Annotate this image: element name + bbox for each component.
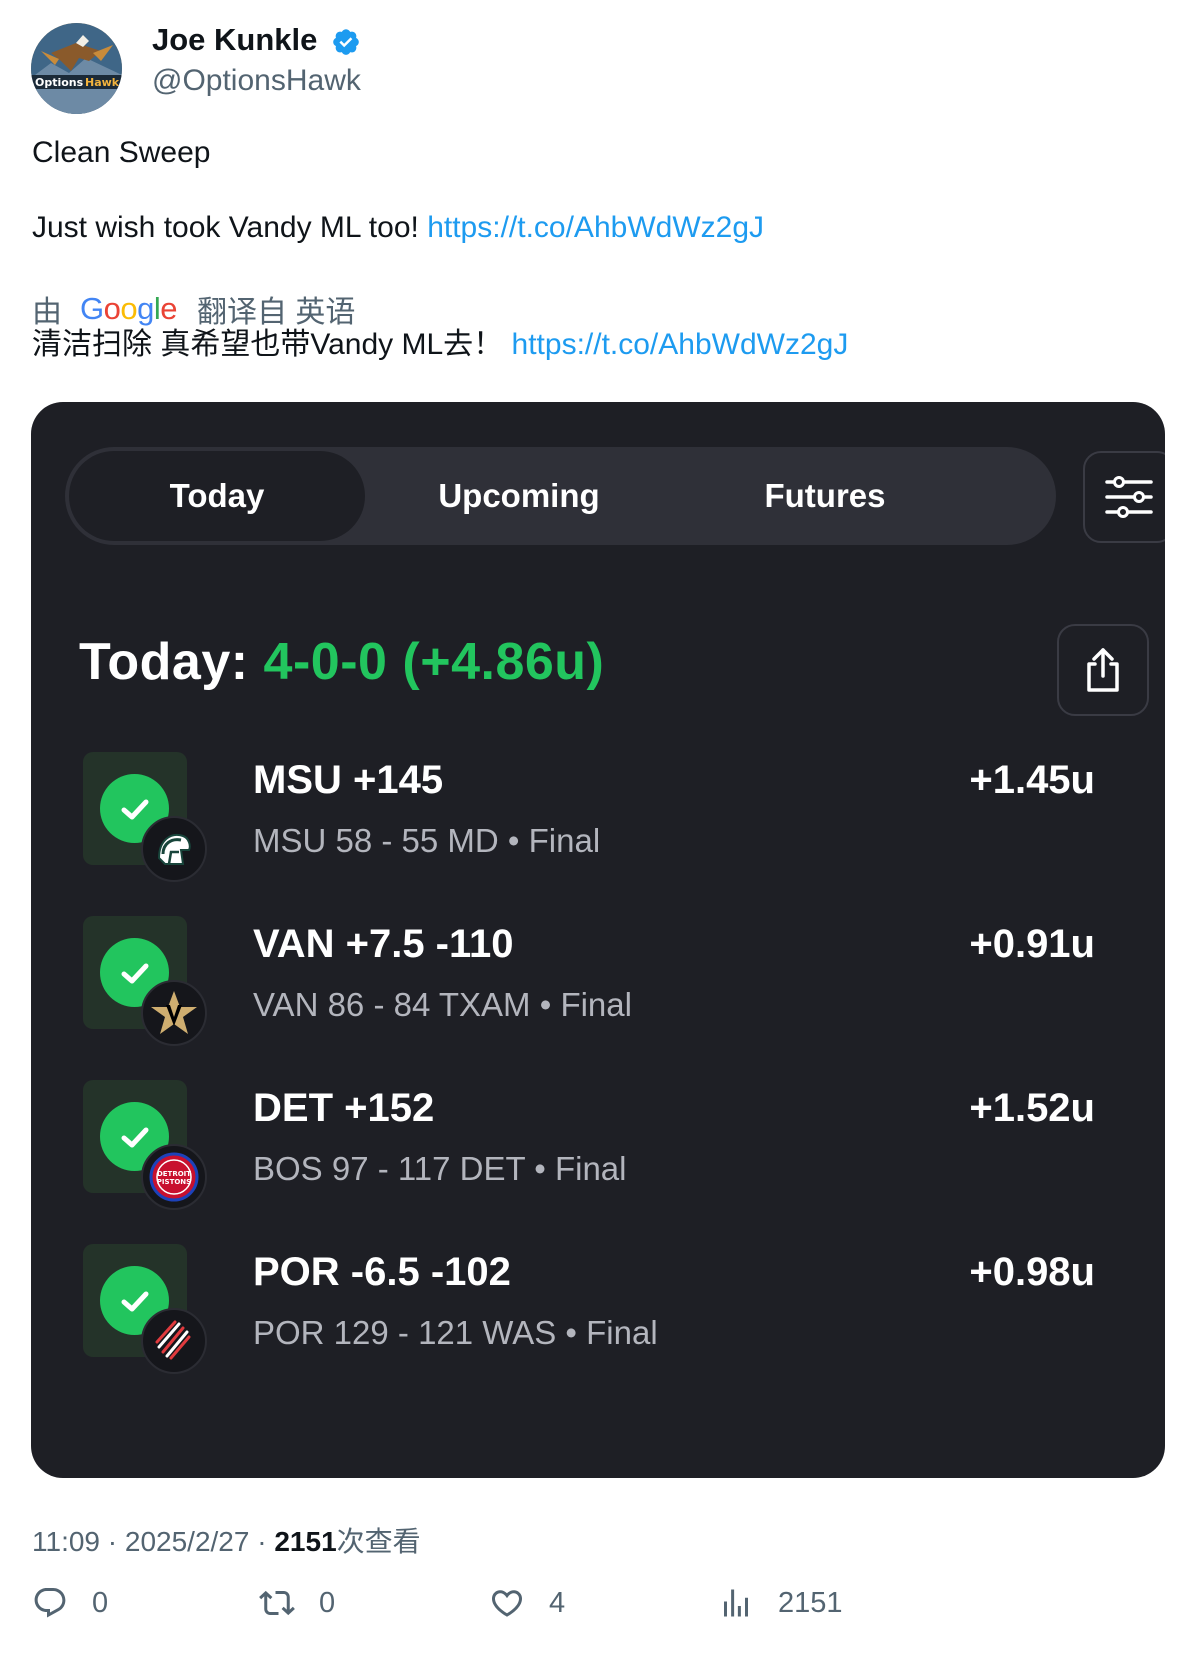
share-button[interactable] — [1057, 624, 1149, 716]
tweet-meta: 11:09 · 2025/2/27 · 2151次查看 — [32, 1526, 421, 1557]
heart-icon — [491, 1590, 523, 1617]
tweet-date[interactable]: 2025/2/27 — [125, 1526, 250, 1557]
sliders-icon — [1105, 476, 1153, 518]
retweet-icon — [259, 1590, 295, 1616]
svg-text:Hawk: Hawk — [85, 76, 120, 89]
verified-badge-icon — [333, 29, 359, 55]
bet-profit: +1.45u — [969, 758, 1095, 802]
share-icon — [1087, 648, 1119, 692]
pistons-text-line1: DETROIT — [157, 1170, 191, 1178]
bet-score: MSU 58 - 55 MD • Final — [253, 822, 601, 859]
blazers-pinwheel-icon — [141, 1308, 207, 1374]
pistons-text-line2: PISTONS — [157, 1178, 191, 1186]
tweet-text-line1: Clean Sweep — [32, 136, 211, 169]
tweet-text-line2: Just wish took Vandy ML too! https://t.c… — [32, 211, 764, 245]
svg-text:Options: Options — [35, 76, 84, 89]
reply-button[interactable]: 0 — [32, 1583, 108, 1623]
like-count: 4 — [549, 1586, 566, 1619]
today-summary: Today: 4-0-0 (+4.86u) — [79, 632, 604, 692]
bet-score: VAN 86 - 84 TXAM • Final — [253, 986, 632, 1023]
tweet-text: Just wish took Vandy ML too! — [32, 211, 419, 244]
bet-row[interactable]: VAN +7.5 -110 VAN 86 - 84 TXAM • Final +… — [31, 916, 1165, 1066]
bet-title: POR -6.5 -102 — [253, 1250, 511, 1294]
bet-title: VAN +7.5 -110 — [253, 922, 514, 966]
vanderbilt-star-v-icon — [141, 980, 207, 1046]
bet-title: MSU +145 — [253, 758, 444, 802]
bet-row[interactable]: POR -6.5 -102 POR 129 - 121 WAS • Final … — [31, 1244, 1165, 1394]
bet-row[interactable]: MSU +145 MSU 58 - 55 MD • Final +1.45u — [31, 752, 1165, 902]
summary-label: Today: — [79, 633, 249, 691]
filter-button[interactable] — [1083, 451, 1165, 543]
spartan-helmet-icon — [141, 816, 207, 882]
translated-text: 清洁扫除 真希望也带Vandy ML去！ — [32, 328, 504, 361]
views-button[interactable]: 2151 — [718, 1583, 843, 1623]
retweet-button[interactable]: 0 — [259, 1583, 335, 1623]
bet-title: DET +152 — [253, 1086, 435, 1130]
tweet-time[interactable]: 11:09 — [32, 1526, 100, 1557]
reply-count: 0 — [92, 1586, 109, 1619]
translation-text: 清洁扫除 真希望也带Vandy ML去！ https://t.co/AhbWdW… — [32, 319, 848, 363]
bet-profit: +0.98u — [969, 1250, 1095, 1294]
attached-image[interactable]: Today Upcoming Futures Today: 4-0-0 (+4.… — [31, 402, 1165, 1478]
hawk-logo-icon: Options Hawk — [31, 23, 122, 114]
tab-today[interactable]: Today — [69, 451, 365, 541]
analytics-icon — [724, 1589, 748, 1617]
translated-link[interactable]: https://t.co/AhbWdWz2gJ — [512, 328, 849, 361]
author-handle[interactable]: @OptionsHawk — [152, 64, 361, 98]
tab-bar: Today Upcoming Futures — [65, 447, 1056, 545]
bet-score: POR 129 - 121 WAS • Final — [253, 1314, 658, 1351]
retweet-count: 0 — [319, 1586, 336, 1619]
pistons-logo-icon: DETROIT PISTONS — [141, 1144, 207, 1210]
reply-icon — [34, 1588, 66, 1618]
view-count: 2151 — [274, 1526, 337, 1557]
views-count: 2151 — [778, 1586, 843, 1619]
bet-profit: +0.91u — [969, 922, 1095, 966]
tab-upcoming[interactable]: Upcoming — [369, 451, 669, 541]
summary-record: 4-0-0 (+4.86u) — [263, 633, 605, 691]
views-label: 次查看 — [336, 1526, 421, 1557]
bet-row[interactable]: DETROIT PISTONS DET +152 BOS 97 - 117 DE… — [31, 1080, 1165, 1230]
tweet-link[interactable]: https://t.co/AhbWdWz2gJ — [427, 211, 764, 244]
tab-futures[interactable]: Futures — [675, 451, 975, 541]
avatar[interactable]: Options Hawk — [31, 23, 122, 114]
bet-profit: +1.52u — [969, 1086, 1095, 1130]
bet-score: BOS 97 - 117 DET • Final — [253, 1150, 627, 1187]
like-button[interactable]: 4 — [489, 1583, 565, 1623]
author-name[interactable]: Joe Kunkle — [152, 22, 317, 58]
